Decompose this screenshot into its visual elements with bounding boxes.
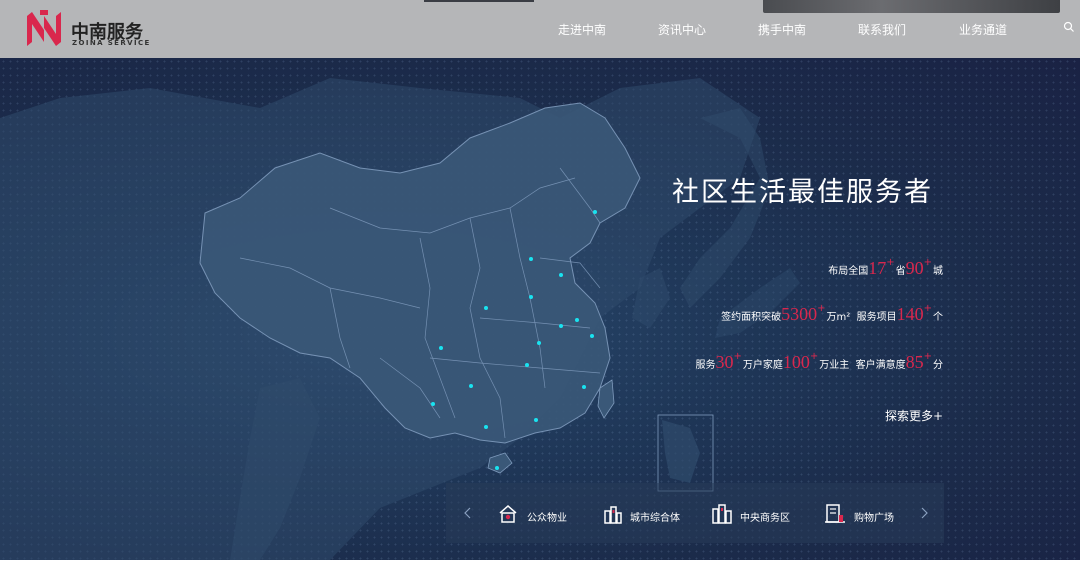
hero-slogan: 社区生活最佳服务者 [672, 177, 933, 208]
cbd-icon [712, 504, 732, 524]
search-icon[interactable] [1063, 21, 1075, 33]
stat-number-owners: 100 [782, 352, 810, 372]
stat-line-area: 签约面积突破5300+万m² 服务项目140+个 [721, 303, 943, 325]
stat-number-households: 30 [715, 352, 734, 372]
page-bottom-strip [0, 560, 1080, 564]
stat-plus: + [817, 303, 826, 314]
urban-complex-icon [604, 506, 622, 524]
stat-text: 服务 [695, 360, 716, 371]
stat-plus: + [886, 257, 895, 268]
stat-number-satisfaction: 85 [905, 352, 924, 372]
stat-text: 城 [933, 266, 943, 277]
brand-name-en: ZOINA SERVICE [72, 39, 151, 47]
stat-number-provinces: 17 [868, 258, 887, 278]
public-property-icon [499, 505, 517, 523]
stat-text: 万户家庭 [742, 360, 783, 371]
chevron-left-icon[interactable] [462, 506, 474, 520]
category-shopping-plaza[interactable]: 购物广场 [824, 503, 904, 525]
stat-plus: + [923, 303, 932, 314]
category-public-property[interactable]: 公众物业 [498, 503, 578, 525]
category-label: 中央商务区 [740, 513, 790, 524]
category-cbd[interactable]: 中央商务区 [711, 503, 801, 525]
zoina-logo-icon [27, 10, 61, 46]
top-indicator [424, 0, 534, 2]
stat-plus: + [923, 351, 932, 362]
nav-item-about[interactable]: 走进中南 [558, 21, 606, 38]
stat-text: 签约面积突破 [721, 312, 782, 323]
stat-line-coverage: 布局全国17+省90+城 [828, 257, 943, 279]
stat-text: 省 [895, 266, 906, 277]
stat-text: 客户满意度 [855, 360, 906, 371]
top-banner-thumbnail[interactable] [763, 0, 1060, 13]
nav-item-partner[interactable]: 携手中南 [758, 21, 806, 38]
stat-plus: + [923, 257, 932, 268]
nav-item-news[interactable]: 资讯中心 [658, 21, 706, 38]
category-label: 公众物业 [527, 513, 567, 524]
category-label: 城市综合体 [630, 513, 680, 524]
stat-number-projects: 140 [896, 304, 924, 324]
stat-plus: + [809, 351, 819, 362]
stat-text: 分 [933, 360, 943, 371]
stat-text: 万业主 [819, 360, 850, 371]
stat-text: 个 [933, 312, 943, 323]
stat-plus: + [733, 351, 742, 362]
category-bar: 公众物业 城市综合体 中央商务区 购物广场 [446, 483, 944, 543]
nav-item-contact[interactable]: 联系我们 [858, 21, 906, 38]
chevron-right-icon[interactable] [918, 506, 930, 520]
stat-line-households: 服务30+万户家庭100+万业主 客户满意度85+分 [695, 351, 943, 373]
shopping-plaza-icon [825, 504, 845, 523]
site-header: 中南服务 ZOINA SERVICE 走进中南 资讯中心 携手中南 联系我们 业… [0, 0, 1080, 58]
stat-number-area: 5300 [781, 304, 818, 324]
explore-more-link[interactable]: 探索更多+ [885, 407, 943, 424]
stat-text: 万m² [826, 312, 851, 323]
stat-text: 布局全国 [828, 266, 869, 277]
hero-banner: 社区生活最佳服务者 布局全国17+省90+城 签约面积突破5300+万m² 服务… [0, 58, 1080, 560]
brand-logo[interactable]: 中南服务 ZOINA SERVICE [24, 8, 164, 50]
category-urban-complex[interactable]: 城市综合体 [603, 503, 693, 525]
stat-number-cities: 90 [905, 258, 924, 278]
category-label: 购物广场 [854, 513, 894, 524]
stat-text: 服务项目 [856, 312, 897, 323]
nav-item-business[interactable]: 业务通道 [959, 21, 1007, 38]
